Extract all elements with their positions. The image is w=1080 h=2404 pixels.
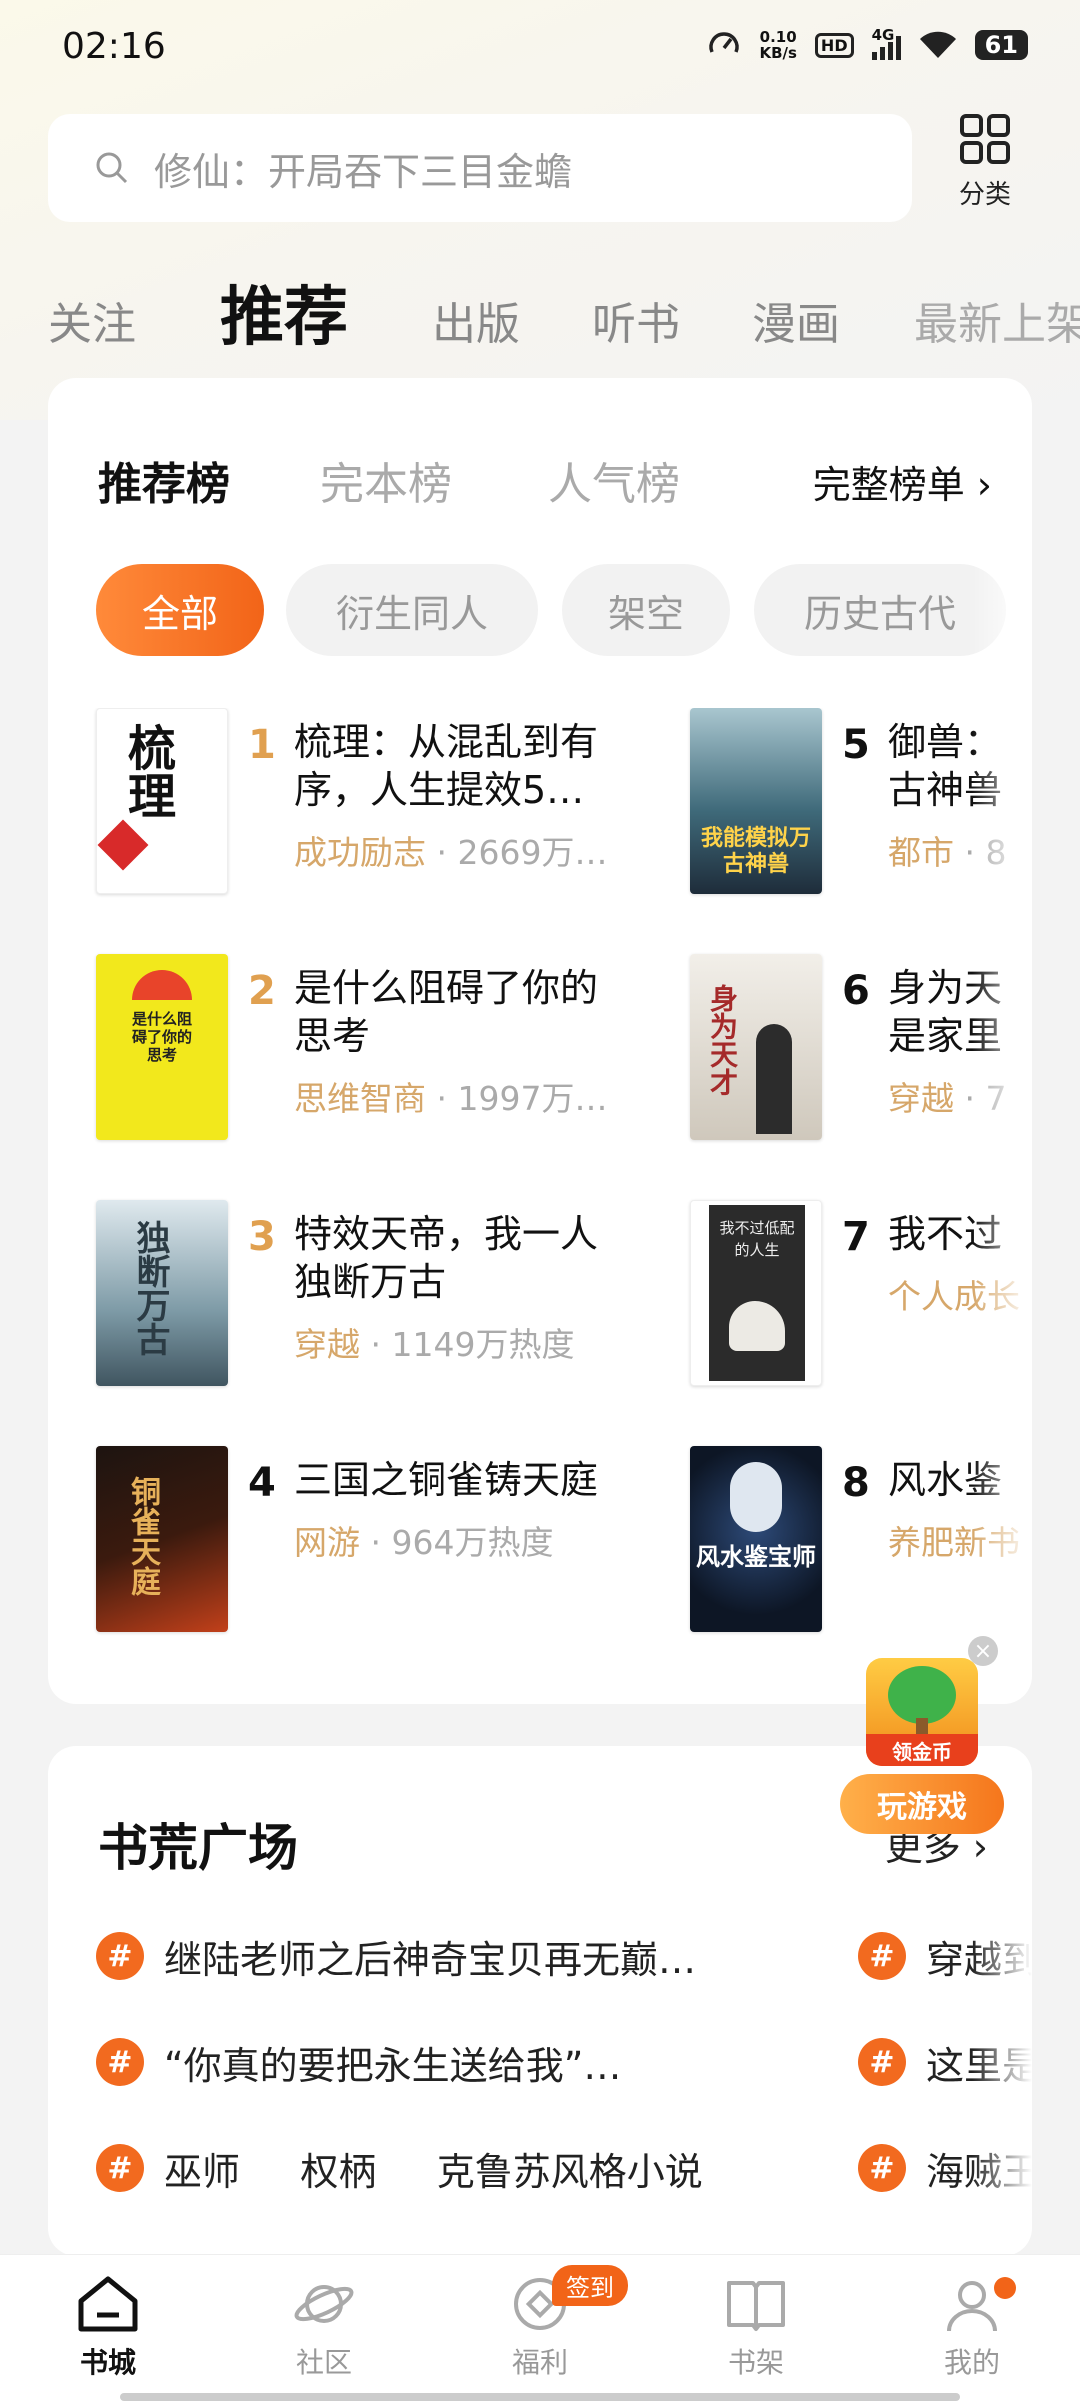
- book-title: 梳理：从混乱到有序，人生提效5…: [294, 720, 599, 812]
- notification-dot: [994, 2277, 1016, 2299]
- chip-alternate-history[interactable]: 架空: [562, 564, 730, 656]
- book-item[interactable]: 是什么阻碍了你的思考 2 是什么阻碍了你的思考 思维智商 · 1997万…: [96, 954, 696, 1144]
- hash-icon: #: [858, 1932, 906, 1980]
- book-cover: 风水鉴宝师: [690, 1446, 822, 1632]
- topic-item[interactable]: # “你真的要把永生送给我”…: [96, 2032, 621, 2092]
- nav-bookshelf[interactable]: 书架: [686, 2275, 826, 2381]
- tab-audiobook[interactable]: 听书: [592, 288, 680, 348]
- rank-number: 1: [248, 722, 276, 768]
- rank-number: 7: [842, 1214, 870, 1260]
- category-label: 分类: [958, 180, 1011, 210]
- rank-number: 2: [248, 968, 276, 1014]
- hash-icon: #: [96, 1932, 144, 1980]
- play-game-button[interactable]: 玩游戏: [840, 1774, 1004, 1834]
- chip-fanfic[interactable]: 衍生同人: [286, 564, 538, 656]
- list-fade: [972, 708, 1032, 1648]
- chips-fade: [972, 564, 1032, 656]
- book-meta: 成功励志 · 2669万…: [294, 833, 608, 872]
- hash-icon: #: [858, 2144, 906, 2192]
- grid-icon: [960, 114, 1010, 164]
- nav-bookstore[interactable]: 书城: [38, 2275, 178, 2381]
- rank-number: 3: [248, 1214, 276, 1260]
- full-list-link[interactable]: 完整榜单 ›: [813, 454, 992, 509]
- plaza-title: 书荒广场: [98, 1819, 298, 1877]
- tab-completed-list[interactable]: 完本榜: [320, 448, 452, 512]
- topic-item[interactable]: # 巫师 权柄 克鲁苏风格小说: [96, 2138, 703, 2198]
- book-icon: [727, 2281, 785, 2331]
- nav-profile[interactable]: 我的: [902, 2275, 1042, 2381]
- signal-icon: 4G: [871, 26, 901, 60]
- book-cover: 身为天才: [690, 954, 822, 1140]
- wifi-icon: [919, 31, 956, 58]
- speedometer-icon: [709, 32, 740, 53]
- topic-item[interactable]: # 继陆老师之后神奇宝贝再无巅…: [96, 1926, 696, 1986]
- bottom-nav: 书城 社区 福利 签到 书架 我的: [0, 2254, 1080, 2404]
- tab-new-arrivals[interactable]: 最新上架: [914, 288, 1080, 348]
- rank-number: 5: [842, 722, 870, 768]
- status-icons: 0.10 KB/s HD 4G 61: [707, 26, 1028, 62]
- hd-icon: HD: [814, 32, 854, 58]
- book-cover: 独断万古: [96, 1200, 228, 1386]
- tab-recommend[interactable]: 推荐: [220, 266, 348, 348]
- planet-icon: [294, 2285, 354, 2323]
- category-button[interactable]: 分类: [950, 112, 1020, 211]
- ranking-card: 推荐榜 完本榜 人气榜 完整榜单 › 全部 衍生同人 架空 历史古代 梳理 1 …: [48, 378, 1032, 1704]
- book-cover: 我不过低配的人生: [690, 1200, 822, 1386]
- battery-icon: 61: [974, 30, 1028, 60]
- rank-number: 4: [248, 1460, 276, 1506]
- search-bar[interactable]: 修仙：开局吞下三目金蟾: [48, 114, 912, 222]
- book-title: 特效天帝，我一人独断万古: [294, 1212, 599, 1304]
- book-cover: 梳理: [96, 708, 228, 894]
- tab-recommend-list[interactable]: 推荐榜: [98, 448, 230, 512]
- book-item[interactable]: 梳理 1 梳理：从混乱到有序，人生提效5… 成功励志 · 2669万…: [96, 708, 696, 898]
- book-title: 是什么阻碍了你的思考: [294, 966, 599, 1058]
- book-meta: 思维智商 · 1997万…: [294, 1079, 608, 1118]
- home-icon: [78, 2276, 138, 2332]
- chip-all[interactable]: 全部: [96, 564, 264, 656]
- money-tree-icon: 领金币: [866, 1658, 978, 1766]
- hash-icon: #: [96, 2144, 144, 2192]
- tab-comics[interactable]: 漫画: [752, 288, 840, 348]
- book-item[interactable]: 铜雀天庭 4 三国之铜雀铸天庭 网游 · 964万热度: [96, 1446, 696, 1636]
- clock: 02:16: [62, 26, 166, 67]
- sign-in-badge[interactable]: 签到: [552, 2265, 628, 2306]
- book-title: 三国之铜雀铸天庭: [294, 1458, 599, 1502]
- book-cover: 我能模拟万古神兽: [690, 708, 822, 894]
- book-item[interactable]: 独断万古 3 特效天帝，我一人独断万古 穿越 · 1149万热度: [96, 1200, 696, 1390]
- home-indicator[interactable]: [120, 2393, 960, 2401]
- nav-community[interactable]: 社区: [254, 2275, 394, 2381]
- chip-historical[interactable]: 历史古代: [754, 564, 1006, 656]
- tab-publish[interactable]: 出版: [432, 288, 520, 348]
- hash-icon: #: [858, 2038, 906, 2086]
- rank-number: 6: [842, 968, 870, 1014]
- ranking-book-list: 梳理 1 梳理：从混乱到有序，人生提效5… 成功励志 · 2669万… 是什么阻…: [48, 708, 1032, 1648]
- play-game-widget[interactable]: × 领金币 玩游戏: [840, 1636, 1010, 1836]
- topics-fade: [972, 1906, 1032, 2226]
- status-bar: 02:16 0.10 KB/s HD 4G 61: [0, 0, 1080, 100]
- tab-popular-list[interactable]: 人气榜: [548, 448, 680, 512]
- tab-follow[interactable]: 关注: [48, 288, 136, 348]
- genre-chips: 全部 衍生同人 架空 历史古代: [96, 564, 1032, 656]
- rank-number: 8: [842, 1460, 870, 1506]
- hash-icon: #: [96, 2038, 144, 2086]
- book-cover: 是什么阻碍了你的思考: [96, 954, 228, 1140]
- book-cover: 铜雀天庭: [96, 1446, 228, 1632]
- search-icon: [96, 152, 128, 184]
- search-placeholder: 修仙：开局吞下三目金蟾: [154, 149, 573, 194]
- book-meta: 网游 · 964万热度: [294, 1523, 554, 1562]
- book-meta: 穿越 · 1149万热度: [294, 1325, 575, 1364]
- net-speed: 0.10 KB/s: [759, 28, 797, 62]
- top-tabs: 关注 推荐 出版 听书 漫画 最新上架: [0, 258, 1080, 348]
